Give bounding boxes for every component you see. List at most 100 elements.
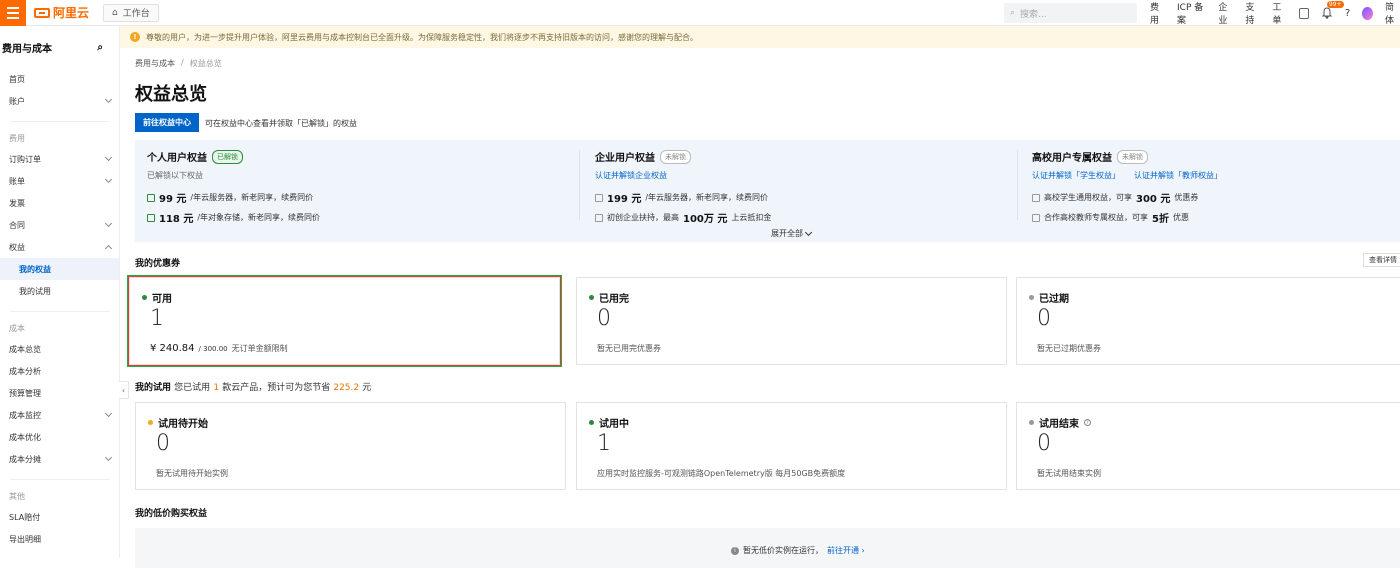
- top-links: 费用 ICP 备案 企业 支持 工单 99+ ? 简体: [1150, 0, 1400, 26]
- trial-card-ended[interactable]: 试用结束? 0 暂无试用结束实例: [1016, 402, 1400, 490]
- coupon-count: 0: [1037, 306, 1051, 331]
- sidebar: 费用与成本 ⌕ 首页 账户 费用 订购订单 账单 发票 合同 权益 我的权益 我…: [0, 26, 120, 558]
- chevron-down-icon: [104, 153, 113, 162]
- locked-tag: 未解锁: [1117, 149, 1148, 164]
- sidebar-item-cost-overview[interactable]: 成本总览: [0, 338, 119, 360]
- sidebar-item-cost-analysis[interactable]: 成本分析: [0, 360, 119, 382]
- coupon-card-used[interactable]: 已用完 0 暂无已用完优惠券: [576, 277, 1007, 365]
- unlocked-tag: 已解锁: [212, 149, 243, 164]
- personal-sub: 已解锁以下权益: [147, 171, 203, 180]
- coupon-card-available[interactable]: 可用 1 ¥ 240.84 / 300.00 无订单金额限制: [128, 276, 561, 366]
- campus-title: 高校用户专属权益: [1032, 153, 1112, 164]
- sidebar-item-contract[interactable]: 合同: [0, 214, 119, 236]
- student-unlock-link[interactable]: 认证并解锁「学生权益」: [1032, 170, 1120, 181]
- sidebar-item-bill[interactable]: 账单: [0, 170, 119, 192]
- campus-title-row: 高校用户专属权益 未解锁: [1032, 149, 1148, 164]
- coupon-card-expired[interactable]: 已过期 0 暂无已过期优惠券: [1016, 277, 1400, 365]
- search-placeholder: 搜索...: [1020, 9, 1047, 20]
- notice-text: 尊敬的用户，为进一步提升用户体验，阿里云费用与成本控制台已全面升级。为保障服务稳…: [146, 32, 698, 42]
- avatar[interactable]: [1362, 6, 1373, 20]
- trial-card-active[interactable]: 试用中 1 应用实时监控服务-可观测链路OpenTelemetry版 每月50G…: [576, 402, 1007, 490]
- campus-line-1: 高校学生通用权益，可享 300 元优惠券: [1032, 190, 1198, 205]
- logo-text: 阿里云: [53, 6, 90, 20]
- top-link-icp[interactable]: ICP 备案: [1177, 0, 1206, 26]
- sidebar-header: 费用与成本 ⌕: [0, 26, 119, 68]
- sidebar-item-cost-allocation[interactable]: 成本分摊: [0, 448, 119, 470]
- top-link-fee[interactable]: 费用: [1150, 0, 1165, 26]
- chevron-down-icon: [104, 453, 113, 462]
- trial-card-pending[interactable]: 试用待开始 0 暂无试用待开始实例: [135, 402, 566, 490]
- campus-unlock-links: 认证并解锁「学生权益」 认证并解锁「教师权益」: [1032, 170, 1222, 181]
- divider: [10, 479, 109, 480]
- sidebar-item-sla[interactable]: SLA赔付: [0, 506, 119, 528]
- breadcrumb-current: 权益总览: [189, 59, 222, 68]
- aliyun-logo[interactable]: 阿里云: [34, 4, 89, 21]
- trial-note: 暂无试用待开始实例: [156, 469, 228, 478]
- sidebar-item-benefits[interactable]: 权益: [0, 236, 119, 258]
- expand-all-button[interactable]: 展开全部: [771, 228, 813, 239]
- coupons-title: 我的优惠券: [135, 259, 181, 269]
- chevron-down-icon: [104, 409, 113, 418]
- page-title: 权益总览: [135, 84, 207, 105]
- go-benefit-desc: 可在权益中心查看并领取「已解锁」的权益: [205, 119, 357, 128]
- sidebar-title: 费用与成本: [2, 43, 52, 55]
- go-open-link[interactable]: 前往开通 ›: [827, 545, 865, 556]
- lang-switch[interactable]: 简体: [1385, 0, 1400, 26]
- status-dot: [148, 420, 153, 425]
- personal-title: 个人用户权益: [147, 153, 207, 164]
- sidebar-item-export[interactable]: 导出明细: [0, 528, 119, 550]
- trial-count: 1: [597, 431, 611, 456]
- help-icon[interactable]: ?: [1084, 419, 1091, 426]
- trial-note: 应用实时监控服务-可观测链路OpenTelemetry版 每月50GB免费额度: [597, 469, 846, 478]
- enterprise-title-row: 企业用户权益 未解锁: [595, 149, 691, 164]
- sidebar-item-cost-optimize[interactable]: 成本优化: [0, 426, 119, 448]
- status-dot: [589, 420, 594, 425]
- sidebar-item-home[interactable]: 首页: [0, 68, 119, 90]
- enterprise-benefits: 企业用户权益 未解锁 认证并解锁企业权益 199 元/年云服务器，新老同享，续费…: [595, 140, 1015, 232]
- search-icon: ⌕: [1010, 8, 1016, 18]
- sidebar-item-my-trials[interactable]: 我的试用: [0, 280, 119, 302]
- status-dot: [1029, 420, 1034, 425]
- top-link-support[interactable]: 支持: [1245, 0, 1260, 26]
- chevron-up-icon: [104, 244, 113, 253]
- sidebar-section-cost: 成本: [9, 323, 25, 333]
- top-link-enterprise[interactable]: 企业: [1218, 0, 1233, 26]
- coupon-amount: ¥ 240.84: [150, 343, 195, 354]
- coupon-note: 暂无已过期优惠券: [1037, 344, 1101, 353]
- notify-badge: 99+: [1326, 1, 1344, 8]
- enterprise-unlock-link[interactable]: 认证并解锁企业权益: [595, 170, 667, 181]
- sidebar-item-orders[interactable]: 订购订单: [0, 148, 119, 170]
- locked-tag: 未解锁: [660, 149, 691, 164]
- workbench-button[interactable]: ⌂ 工作台: [103, 3, 159, 22]
- chevron-down-icon: [804, 228, 813, 236]
- terminal-icon[interactable]: [1299, 7, 1309, 19]
- bell-icon[interactable]: 99+: [1321, 1, 1344, 20]
- sidebar-item-account[interactable]: 账户: [0, 90, 119, 112]
- search-input[interactable]: ⌕ 搜索...: [1004, 3, 1137, 23]
- sidebar-item-my-benefits[interactable]: 我的权益: [0, 258, 119, 280]
- status-dot: [142, 295, 147, 300]
- trials-summary: 我的试用 您已试用 1 款云产品，预计可为您节省 225.2 元: [135, 383, 372, 393]
- help-icon[interactable]: ?: [1345, 8, 1350, 19]
- status-dot: [589, 295, 594, 300]
- sidebar-collapse-icon[interactable]: ‹: [119, 381, 129, 399]
- sidebar-item-budget[interactable]: 预算管理: [0, 382, 119, 404]
- personal-line-1: 99 元/年云服务器，新老同享，续费同价: [147, 190, 313, 205]
- top-link-ticket[interactable]: 工单: [1272, 0, 1287, 26]
- divider: [1017, 150, 1018, 220]
- coupon-count: 1: [150, 306, 164, 331]
- personal-title-row: 个人用户权益 已解锁: [147, 149, 243, 164]
- trial-count: 0: [1037, 431, 1051, 456]
- view-detail-button[interactable]: 查看详情: [1363, 253, 1400, 267]
- lock-open-icon: [147, 213, 155, 222]
- breadcrumb-item[interactable]: 费用与成本: [135, 58, 175, 69]
- campus-benefits: 高校用户专属权益 未解锁 认证并解锁「学生权益」 认证并解锁「教师权益」 高校学…: [1032, 140, 1392, 232]
- go-benefit-center-button[interactable]: 前往权益中心: [135, 113, 199, 132]
- teacher-unlock-link[interactable]: 认证并解锁「教师权益」: [1134, 170, 1222, 181]
- trial-note: 暂无试用结束实例: [1037, 469, 1101, 478]
- enterprise-line-2: 初创企业扶持，最高 100万 元上云抵扣金: [595, 210, 771, 225]
- sidebar-item-cost-monitor[interactable]: 成本监控: [0, 404, 119, 426]
- sidebar-item-invoice[interactable]: 发票: [0, 192, 119, 214]
- menu-icon[interactable]: [0, 0, 26, 26]
- search-icon[interactable]: ⌕: [97, 42, 103, 53]
